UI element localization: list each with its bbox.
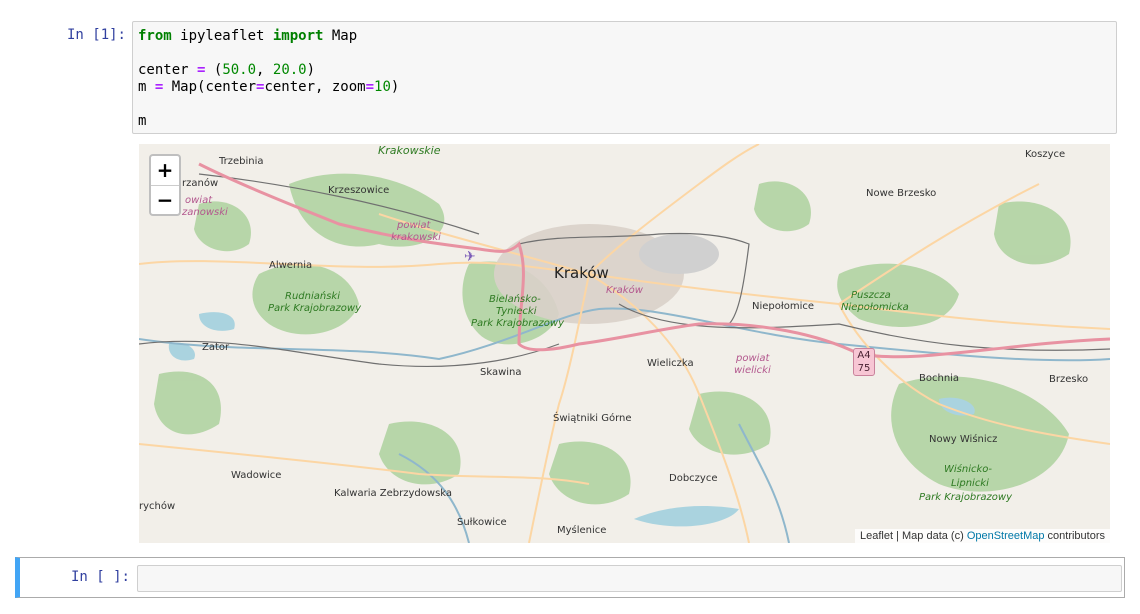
place-label: Nowy Wiśnicz — [929, 434, 998, 445]
region-label: Krakowskie — [378, 144, 441, 157]
keyword-from: from — [138, 28, 172, 44]
place-label: Bochnia — [919, 373, 960, 384]
paren: ( — [205, 62, 223, 78]
park-label: Bielańsko- — [489, 294, 541, 305]
output-expr: m — [138, 113, 147, 129]
district-label: powiat — [397, 220, 431, 231]
place-label: Kalwaria Zebrzydowska — [334, 488, 453, 499]
district-label: zanowski — [182, 207, 228, 218]
park-label: Rudniański — [285, 291, 340, 302]
place-label: Myślenice — [557, 525, 607, 536]
place-label: Koszyce — [1025, 149, 1066, 160]
keyword-import: import — [272, 28, 324, 44]
leaflet-link[interactable]: Leaflet — [860, 530, 893, 542]
svg-text:✈: ✈ — [464, 249, 476, 265]
code-cell-1[interactable]: from ipyleaflet import Map center = (50.… — [132, 21, 1117, 134]
attribution-text: | Map data (c) — [893, 530, 967, 542]
place-label: Świątniki Górne — [553, 413, 632, 424]
park-label: Niepołomicka — [841, 302, 909, 313]
city-label-krakow: Kraków — [554, 264, 609, 282]
openstreetmap-link[interactable]: OpenStreetMap — [967, 530, 1045, 542]
separator: , — [256, 62, 273, 78]
district-label: owiat — [185, 195, 213, 206]
place-label: Skawina — [480, 367, 522, 378]
code-input-empty[interactable] — [137, 565, 1122, 592]
park-label: Tyniecki — [496, 306, 537, 317]
park-label: Park Krajobrazowy — [268, 303, 361, 314]
number: 50.0 — [222, 62, 257, 78]
road-shield-line1: A4 — [857, 350, 871, 361]
zoom-in-button[interactable]: + — [151, 156, 179, 186]
district-label: wielicki — [734, 365, 771, 376]
call-args: center, zoom — [264, 79, 366, 95]
district-label: krakowski — [391, 232, 441, 243]
call-map: Map(center — [163, 79, 257, 95]
place-label: Wieliczka — [647, 358, 694, 369]
attribution-suffix: contributors — [1044, 530, 1105, 542]
var-center: center — [138, 62, 198, 78]
import-name: Map — [323, 28, 358, 44]
place-label: Brzesko — [1049, 374, 1089, 385]
district-label: Kraków — [606, 285, 643, 296]
road-shield-line2: 75 — [857, 363, 871, 374]
number: 10 — [374, 79, 391, 95]
zoom-out-button[interactable]: − — [151, 186, 179, 215]
code-editor[interactable]: from ipyleaflet import Map center = (50.… — [138, 28, 399, 130]
place-label: Wadowice — [231, 470, 282, 481]
place-label: Niepołomice — [752, 301, 815, 312]
park-label: Puszcza — [851, 290, 891, 301]
place-label: Zator — [202, 342, 230, 353]
module-name: ipyleaflet — [171, 28, 273, 44]
place-label: Nowe Brzesko — [866, 188, 937, 199]
district-label: powiat — [736, 353, 770, 364]
operator: = — [365, 79, 375, 95]
paren: ) — [306, 62, 316, 78]
park-label: Lipnicki — [951, 478, 989, 489]
place-label: rzanów — [182, 178, 219, 189]
park-label: Park Krajobrazowy — [471, 318, 564, 329]
place-label: rychów — [139, 501, 176, 512]
place-label: Trzebinia — [219, 156, 264, 167]
number: 20.0 — [272, 62, 307, 78]
place-label: Krzeszowice — [328, 185, 390, 196]
map-attribution: Leaflet | Map data (c) OpenStreetMap con… — [855, 529, 1110, 543]
place-label: Alwernia — [269, 260, 313, 271]
paren: ) — [390, 79, 400, 95]
park-label: Wiśnicko- — [944, 464, 993, 475]
leaflet-map[interactable]: ✈ Trzebinia rzanów owiat zanowski Krakow… — [139, 144, 1110, 543]
place-label: Dobczyce — [669, 473, 718, 484]
var-m: m — [138, 79, 155, 95]
cell-2-prompt: In [ ]: — [70, 569, 130, 585]
road-shield-a4: A4 75 — [853, 348, 875, 376]
place-label: Sułkowice — [457, 517, 507, 528]
cell-1-prompt: In [1]: — [66, 27, 126, 43]
park-label: Park Krajobrazowy — [919, 492, 1012, 503]
zoom-control: + − — [149, 154, 181, 216]
code-cell-2[interactable]: In [ ]: — [15, 557, 1125, 598]
